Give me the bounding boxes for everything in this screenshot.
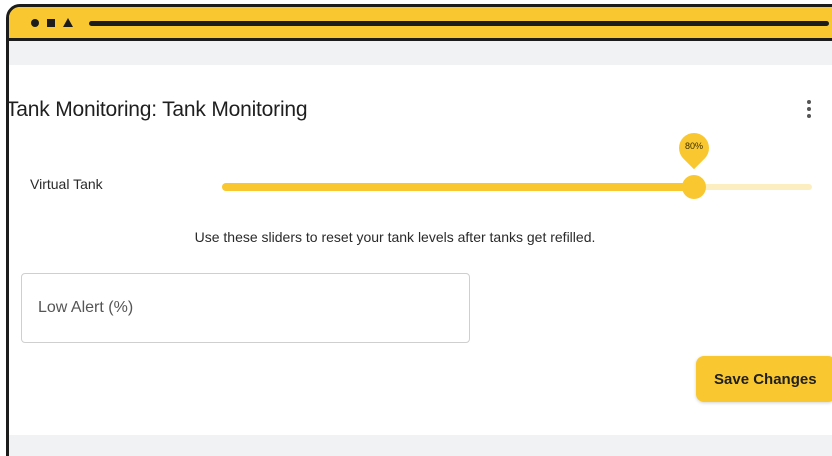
helper-text: Use these sliders to reset your tank lev… — [194, 229, 596, 245]
virtual-tank-slider[interactable]: 80% — [222, 126, 812, 199]
square-icon — [47, 19, 55, 27]
kebab-menu-icon[interactable] — [804, 98, 814, 124]
window-titlebar — [9, 7, 832, 41]
bottom-divider-strip — [9, 435, 832, 456]
low-alert-placeholder: Low Alert (%) — [38, 299, 134, 316]
low-alert-input[interactable]: Low Alert (%) — [21, 273, 470, 343]
top-divider-strip — [9, 41, 832, 65]
slider-value-text: 80% — [684, 141, 703, 151]
circle-icon — [31, 19, 39, 27]
triangle-icon — [63, 18, 73, 27]
address-bar — [89, 21, 829, 26]
slider-thumb[interactable] — [682, 175, 706, 199]
slider-fill — [222, 183, 694, 191]
save-changes-button[interactable]: Save Changes — [696, 356, 832, 402]
virtual-tank-label: Virtual Tank — [30, 176, 103, 192]
page-title: Tank Monitoring: Tank Monitoring — [6, 98, 308, 121]
